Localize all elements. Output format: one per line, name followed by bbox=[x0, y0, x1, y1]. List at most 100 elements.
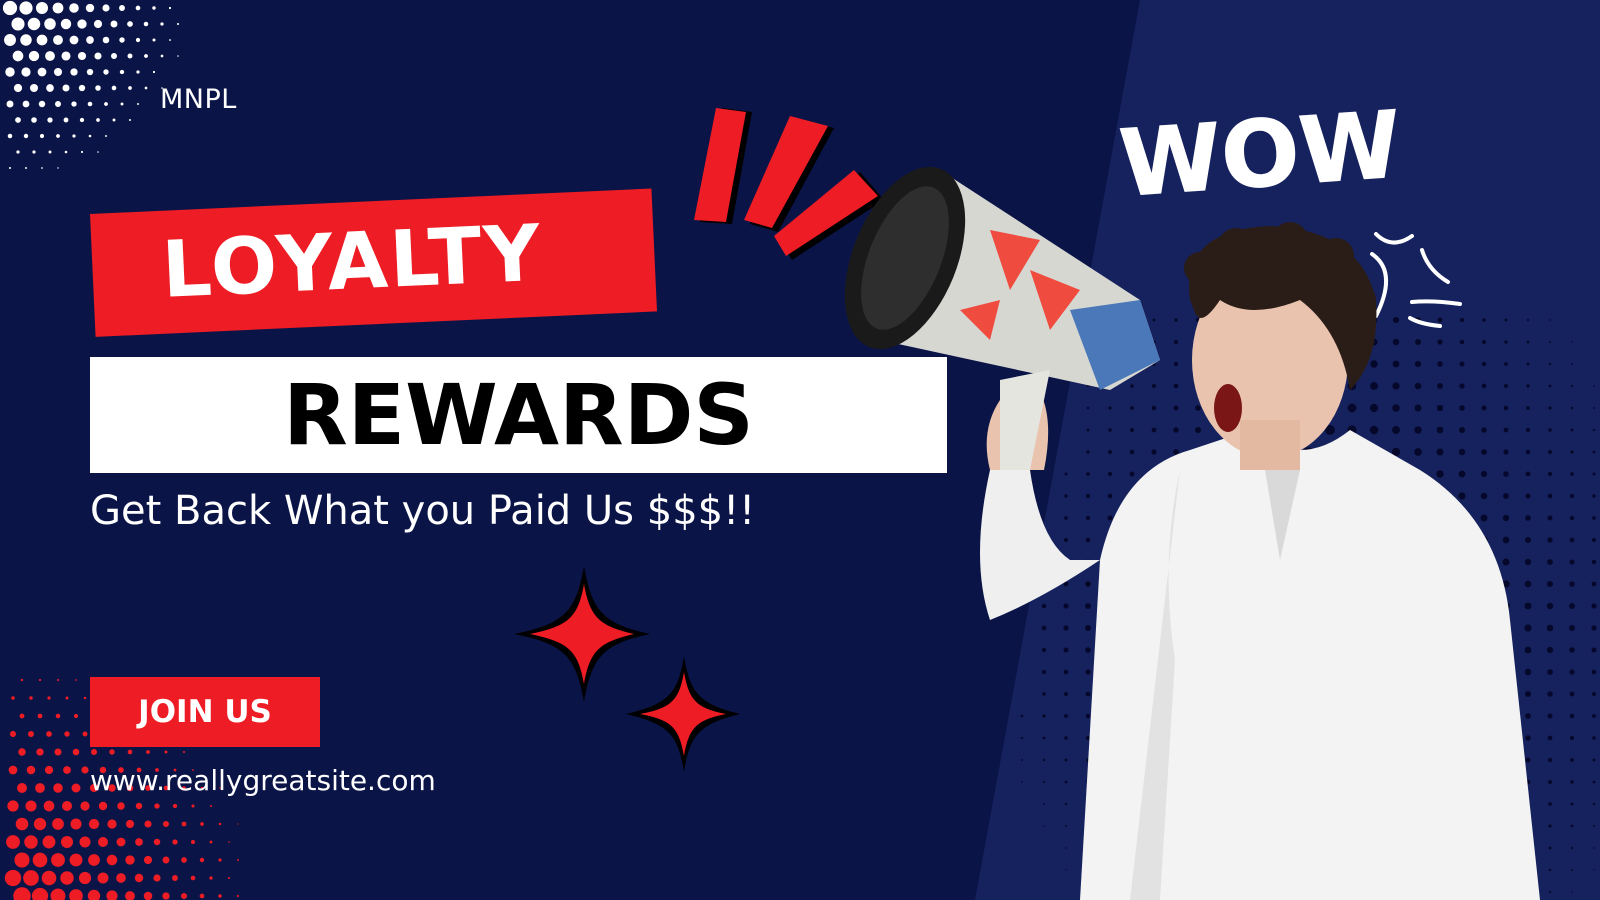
halftone-dot bbox=[1369, 425, 1379, 435]
halftone-dot bbox=[1548, 340, 1552, 344]
halftone-dot bbox=[1502, 536, 1510, 544]
halftone-dot bbox=[1064, 494, 1068, 498]
halftone-dot bbox=[1480, 514, 1488, 522]
halftone-dot bbox=[1063, 669, 1069, 675]
halftone-dot bbox=[1063, 625, 1069, 631]
halftone-dot bbox=[144, 86, 148, 90]
halftone-dot bbox=[6, 835, 20, 849]
halftone-dot bbox=[1042, 758, 1046, 762]
halftone-dot bbox=[112, 118, 116, 122]
halftone-dot bbox=[1592, 494, 1596, 498]
halftone-dot bbox=[135, 37, 141, 43]
halftone-dot bbox=[96, 118, 100, 122]
halftone-dot bbox=[19, 1, 33, 15]
website-link[interactable]: www.reallygreatsite.com bbox=[90, 764, 436, 797]
halftone-dot bbox=[75, 679, 77, 681]
halftone-dot bbox=[93, 19, 103, 29]
halftone-dot bbox=[1525, 735, 1531, 741]
halftone-dot bbox=[73, 713, 79, 719]
halftone-dot bbox=[51, 853, 65, 867]
halftone-dot bbox=[1525, 515, 1531, 521]
halftone-dot bbox=[1042, 780, 1046, 784]
halftone-dot bbox=[16, 150, 20, 154]
halftone-dot bbox=[29, 696, 33, 700]
halftone-dot bbox=[152, 70, 156, 74]
halftone-dot bbox=[1570, 428, 1574, 432]
halftone-dot bbox=[61, 800, 73, 812]
sparkle-star-icon-small bbox=[626, 656, 740, 772]
halftone-dot bbox=[1525, 427, 1531, 433]
halftone-dot bbox=[11, 696, 15, 700]
halftone-dot bbox=[1569, 603, 1575, 609]
halftone-dot bbox=[1369, 403, 1379, 413]
brand-name: MNPL bbox=[160, 84, 237, 115]
halftone-dot bbox=[120, 102, 124, 106]
halftone-dot bbox=[1526, 340, 1530, 344]
halftone-dot bbox=[72, 748, 80, 756]
halftone-dot bbox=[160, 22, 164, 26]
halftone-dot bbox=[237, 859, 239, 861]
halftone-dot bbox=[160, 54, 164, 58]
halftone-dot bbox=[1592, 714, 1596, 718]
halftone-dot bbox=[1129, 427, 1135, 433]
halftone-dot bbox=[1569, 647, 1575, 653]
halftone-dot bbox=[1107, 515, 1113, 521]
halftone-dot bbox=[172, 875, 178, 881]
halftone-dot bbox=[25, 800, 37, 812]
halftone-dot bbox=[172, 839, 178, 845]
halftone-dot bbox=[79, 117, 85, 123]
halftone-dot bbox=[60, 871, 74, 885]
halftone-dot bbox=[1569, 625, 1575, 631]
halftone-dot bbox=[1194, 426, 1202, 434]
halftone-dot bbox=[1549, 319, 1551, 321]
halftone-dot bbox=[52, 818, 64, 830]
halftone-dot bbox=[11, 17, 25, 31]
halftone-dot bbox=[1064, 516, 1068, 520]
halftone-dot bbox=[98, 837, 108, 847]
halftone-dot bbox=[55, 101, 61, 107]
halftone-dot bbox=[37, 713, 43, 719]
halftone-dot bbox=[1042, 692, 1046, 696]
halftone-dot bbox=[1548, 450, 1552, 454]
halftone-dot bbox=[116, 873, 126, 883]
halftone-dot bbox=[31, 117, 37, 123]
halftone-dot bbox=[81, 766, 89, 774]
halftone-dot bbox=[143, 855, 153, 865]
halftone-dot bbox=[1525, 449, 1531, 455]
halftone-dot bbox=[127, 21, 133, 27]
halftone-dot bbox=[1129, 449, 1135, 455]
halftone-dot bbox=[97, 872, 109, 884]
halftone-dot bbox=[1547, 691, 1553, 697]
halftone-dot bbox=[32, 150, 36, 154]
halftone-dot bbox=[1480, 492, 1488, 500]
halftone-dot bbox=[200, 822, 204, 826]
halftone-dot bbox=[37, 67, 47, 77]
halftone-dot bbox=[181, 893, 187, 899]
halftone-dot bbox=[1392, 338, 1400, 346]
halftone-dot bbox=[1086, 472, 1090, 476]
halftone-dot bbox=[1547, 471, 1553, 477]
halftone-dot bbox=[24, 835, 38, 849]
halftone-dot bbox=[1502, 514, 1510, 522]
halftone-dot bbox=[102, 4, 110, 12]
halftone-dot bbox=[1591, 691, 1597, 697]
halftone-dot bbox=[209, 876, 213, 880]
halftone-dot bbox=[4, 34, 16, 46]
halftone-dot bbox=[27, 730, 35, 738]
halftone-dot bbox=[1592, 450, 1596, 454]
halftone-dot bbox=[5, 67, 15, 77]
halftone-dot bbox=[1481, 383, 1487, 389]
halftone-dot bbox=[1064, 780, 1068, 784]
halftone-dot bbox=[109, 749, 115, 755]
halftone-dot bbox=[1592, 472, 1596, 476]
halftone-dot bbox=[71, 101, 77, 107]
join-us-button[interactable]: JOIN US bbox=[90, 677, 320, 747]
halftone-dot bbox=[55, 713, 61, 719]
halftone-dot bbox=[1173, 361, 1179, 367]
halftone-dot bbox=[1503, 427, 1509, 433]
halftone-dot bbox=[20, 678, 24, 682]
halftone-dot bbox=[227, 876, 231, 880]
halftone-dot bbox=[1108, 450, 1112, 454]
halftone-dot bbox=[1548, 824, 1552, 828]
halftone-dot bbox=[1503, 493, 1509, 499]
